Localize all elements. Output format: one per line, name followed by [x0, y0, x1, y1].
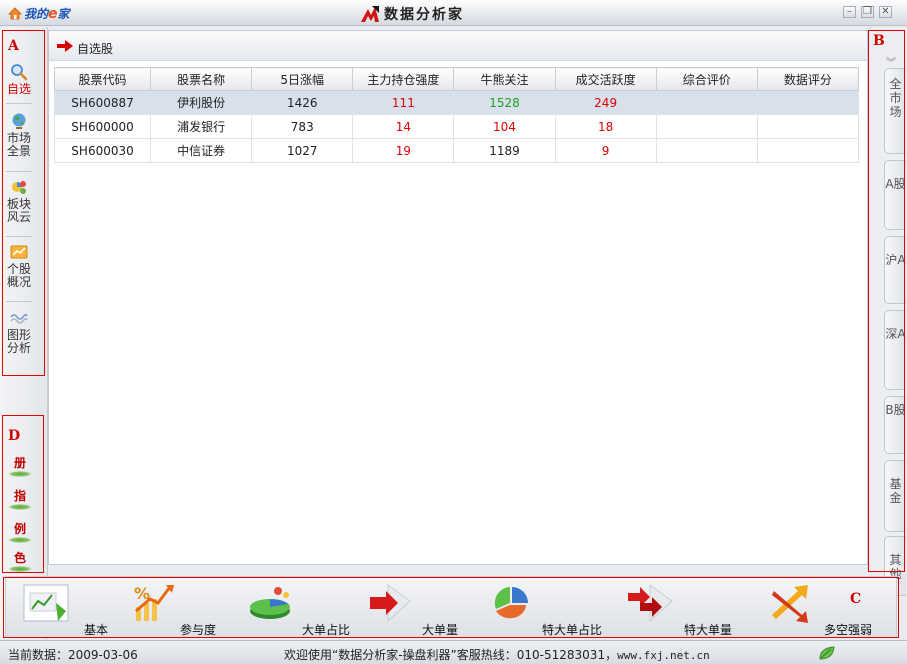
cell-holding-strength: 111 [352, 90, 455, 115]
cell-bull-bear: 104 [453, 114, 556, 139]
cell-activity: 9 [554, 138, 657, 163]
table-header-row: 股票代码 股票名称 5日涨幅 主力持仓强度 牛熊关注 成交活跃度 综合评价 数据… [53, 67, 860, 91]
cell-overall-rating [655, 138, 758, 163]
cell-bull-bear: 1189 [453, 138, 556, 163]
cell-bull-bear: 1528 [453, 90, 556, 115]
panel-header: 自选股 [49, 31, 867, 61]
column-header-activity[interactable]: 成交活跃度 [554, 67, 657, 91]
column-header-bull-bear[interactable]: 牛熊关注 [453, 67, 556, 91]
cell-data-score [756, 138, 860, 163]
stock-table: 股票代码 股票名称 5日涨幅 主力持仓强度 牛熊关注 成交活跃度 综合评价 数据… [53, 67, 860, 163]
restore-button[interactable]: ❐ [861, 6, 874, 18]
house-icon [8, 7, 22, 20]
column-header-code[interactable]: 股票代码 [53, 67, 152, 91]
cell-activity: 18 [554, 114, 657, 139]
cell-overall-rating [655, 90, 758, 115]
brand-pre: 我的 [24, 7, 49, 21]
region-c-outline [3, 577, 899, 638]
region-c-label: C [850, 591, 862, 607]
region-a-outline [2, 30, 45, 376]
column-header-data-score[interactable]: 数据评分 [756, 67, 860, 91]
status-bar: 当前数据：2009-03-06 欢迎使用“数据分析家-操盘利器”客服热线：010… [0, 640, 907, 664]
region-b-label: B [873, 33, 885, 49]
status-website-link[interactable]: www.fxj.net.cn [617, 649, 710, 662]
app-logo-icon [361, 6, 379, 22]
column-header-name[interactable]: 股票名称 [150, 67, 253, 91]
status-current-date: 当前数据：2009-03-06 [8, 648, 138, 662]
column-header-5day-gain[interactable]: 5日涨幅 [251, 67, 354, 91]
cell-holding-strength: 19 [352, 138, 455, 163]
table-row[interactable]: SH600000 浦发银行 783 14 104 18 [53, 114, 860, 139]
cell-5day-gain: 783 [251, 114, 354, 139]
status-welcome-message: 欢迎使用“数据分析家-操盘利器”客服热线：010-51283031， [284, 648, 618, 662]
region-a-label: A [8, 38, 19, 54]
cell-5day-gain: 1027 [251, 138, 354, 163]
minimize-button[interactable]: – [843, 6, 856, 18]
brand-logo[interactable]: 我的e家 [8, 5, 70, 22]
column-header-holding-strength[interactable]: 主力持仓强度 [352, 67, 455, 91]
brand-e: e [48, 6, 58, 22]
cell-name: 伊利股份 [150, 90, 253, 115]
close-button[interactable]: ✕ [879, 6, 892, 18]
cell-5day-gain: 1426 [251, 90, 354, 115]
cell-name: 中信证券 [150, 138, 253, 163]
title-bar: 我的e家 数据分析家 – ❐ ✕ [0, 0, 907, 26]
region-d-label: D [8, 428, 21, 444]
cell-code: SH600887 [53, 90, 152, 115]
brand-post: 家 [57, 7, 70, 21]
table-row[interactable]: SH600030 中信证券 1027 19 1189 9 [53, 138, 860, 163]
table-row[interactable]: SH600887 伊利股份 1426 111 1528 249 [53, 90, 860, 115]
red-arrow-icon [57, 40, 73, 52]
region-b-outline [868, 30, 905, 572]
cell-data-score [756, 90, 860, 115]
column-header-overall-rating[interactable]: 综合评价 [655, 67, 758, 91]
cell-activity: 249 [554, 90, 657, 115]
watchlist-panel: 自选股 股票代码 股票名称 5日涨幅 主力持仓强度 牛熊关注 成交活跃度 综合评… [48, 30, 868, 565]
status-welcome-text: 欢迎使用“数据分析家-操盘利器”客服热线：010-51283031，www.fx… [284, 646, 710, 663]
cell-code: SH600000 [53, 114, 152, 139]
app-title-text: 数据分析家 [384, 7, 464, 23]
cell-data-score [756, 114, 860, 139]
cell-overall-rating [655, 114, 758, 139]
panel-title: 自选股 [77, 42, 114, 56]
cell-holding-strength: 14 [352, 114, 455, 139]
cell-code: SH600030 [53, 138, 152, 163]
app-title: 数据分析家 [360, 4, 464, 24]
cell-name: 浦发银行 [150, 114, 253, 139]
leaf-icon [819, 646, 835, 660]
